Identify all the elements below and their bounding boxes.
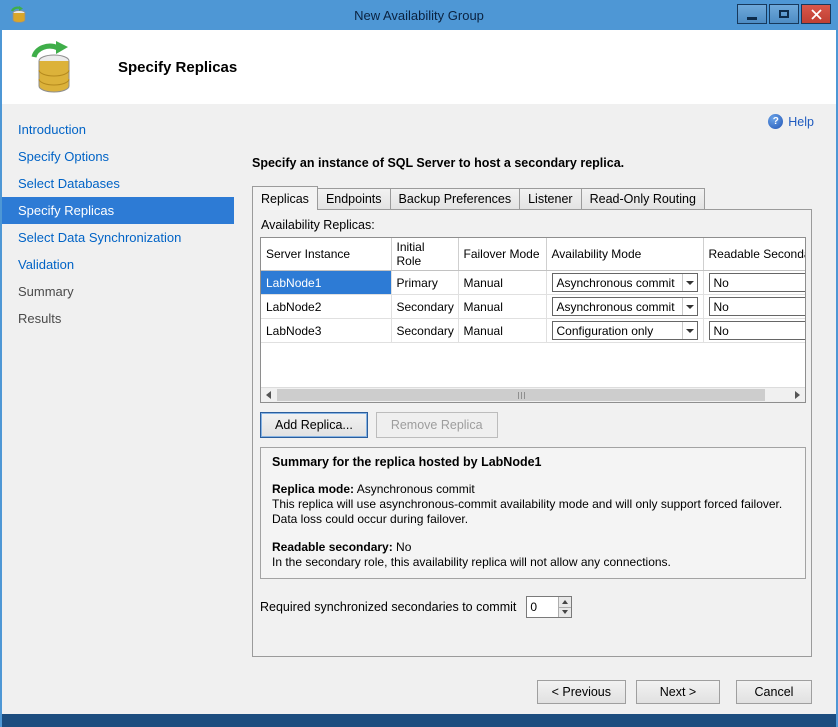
table-row[interactable]: LabNode2 Secondary Manual Asynchronous c…: [261, 295, 806, 319]
spinner-up-button[interactable]: [559, 597, 571, 607]
cell-failover: Manual: [458, 319, 546, 343]
help-label: Help: [788, 115, 814, 129]
close-icon: [811, 9, 822, 20]
replicas-tab-panel: Availability Replicas: Server Instance I…: [252, 209, 812, 657]
cell-role: Primary: [391, 271, 458, 295]
cell-role: Secondary: [391, 295, 458, 319]
col-initial-role[interactable]: Initial Role: [391, 238, 458, 271]
cell-failover: Manual: [458, 271, 546, 295]
readable-secondary-label: Readable secondary:: [272, 540, 393, 554]
cancel-button[interactable]: Cancel: [736, 680, 812, 704]
required-secondaries-label: Required synchronized secondaries to com…: [260, 600, 516, 614]
remove-replica-button: Remove Replica: [376, 412, 498, 438]
replica-mode-value: Asynchronous commit: [354, 482, 475, 496]
window-title: New Availability Group: [2, 8, 836, 23]
title-bar[interactable]: New Availability Group: [2, 0, 836, 30]
summary-title: Summary for the replica hosted by LabNod…: [272, 455, 794, 469]
readable-secondary-dropdown[interactable]: No: [709, 321, 807, 340]
tab-read-only-routing[interactable]: Read-Only Routing: [581, 188, 705, 209]
availability-group-icon: [26, 39, 78, 95]
availability-mode-dropdown[interactable]: Asynchronous commit: [552, 273, 698, 292]
table-row[interactable]: LabNode1 Primary Manual Asynchronous com…: [261, 271, 806, 295]
cell-server-labnode2[interactable]: LabNode2: [261, 295, 391, 319]
replica-mode-label: Replica mode:: [272, 482, 354, 496]
availability-mode-value: Configuration only: [557, 324, 654, 338]
arrow-right-icon: [795, 391, 800, 399]
availability-mode-dropdown[interactable]: Asynchronous commit: [552, 297, 698, 316]
tab-strip: Replicas Endpoints Backup Preferences Li…: [252, 186, 836, 209]
dialog-window: New Availability Group Specify Replicas: [0, 0, 838, 727]
readable-secondary-value: No: [714, 300, 729, 314]
main-content: ? Help Specify an instance of SQL Server…: [234, 104, 836, 670]
chevron-down-icon: [682, 322, 697, 339]
page-title: Specify Replicas: [118, 59, 237, 76]
sidebar-item-data-synchronization[interactable]: Select Data Synchronization: [2, 224, 234, 251]
wizard-footer: < Previous Next > Cancel: [2, 670, 836, 714]
grid-header-row: Server Instance Initial Role Failover Mo…: [261, 238, 806, 271]
help-link[interactable]: ? Help: [768, 114, 814, 129]
cell-server-labnode1[interactable]: LabNode1: [261, 271, 391, 295]
chevron-down-icon: [682, 274, 697, 291]
availability-mode-dropdown[interactable]: Configuration only: [552, 321, 698, 340]
availability-mode-value: Asynchronous commit: [557, 276, 675, 290]
tab-listener[interactable]: Listener: [519, 188, 581, 209]
chevron-down-icon: [682, 298, 697, 315]
readable-secondary-value: No: [714, 276, 729, 290]
wizard-steps-sidebar: Introduction Specify Options Select Data…: [2, 104, 234, 670]
sidebar-item-specify-replicas[interactable]: Specify Replicas: [2, 197, 234, 224]
maximize-button[interactable]: [769, 4, 799, 24]
arrow-up-icon: [562, 600, 568, 604]
arrow-left-icon: [266, 391, 271, 399]
availability-replicas-label: Availability Replicas:: [261, 218, 804, 232]
replica-mode-description: This replica will use asynchronous-commi…: [272, 497, 794, 527]
availability-mode-value: Asynchronous commit: [557, 300, 675, 314]
cell-server-labnode3[interactable]: LabNode3: [261, 319, 391, 343]
readable-secondary-description: In the secondary role, this availability…: [272, 555, 794, 570]
instruction-text: Specify an instance of SQL Server to hos…: [252, 156, 836, 170]
replica-summary-box: Summary for the replica hosted by LabNod…: [260, 447, 806, 579]
readable-secondary-value: No: [714, 324, 729, 338]
spinner-down-button[interactable]: [559, 607, 571, 618]
col-readable-secondary[interactable]: Readable Secondary: [703, 238, 806, 271]
sidebar-item-specify-options[interactable]: Specify Options: [2, 143, 234, 170]
col-failover-mode[interactable]: Failover Mode: [458, 238, 546, 271]
readable-secondary-summary-value: No: [393, 540, 412, 554]
scrollbar-thumb[interactable]: [277, 389, 765, 401]
scroll-right-button[interactable]: [790, 388, 805, 402]
sidebar-item-validation[interactable]: Validation: [2, 251, 234, 278]
arrow-down-icon: [562, 610, 568, 614]
previous-button[interactable]: < Previous: [537, 680, 626, 704]
add-replica-button[interactable]: Add Replica...: [260, 412, 368, 438]
sidebar-item-select-databases[interactable]: Select Databases: [2, 170, 234, 197]
help-icon: ?: [768, 114, 783, 129]
replicas-grid: Server Instance Initial Role Failover Mo…: [260, 237, 806, 403]
tab-endpoints[interactable]: Endpoints: [317, 188, 391, 209]
required-secondaries-input[interactable]: [527, 597, 558, 617]
next-button[interactable]: Next >: [636, 680, 720, 704]
scroll-left-button[interactable]: [261, 388, 276, 402]
readable-secondary-dropdown[interactable]: No: [709, 297, 807, 316]
maximize-icon: [779, 10, 789, 18]
tab-backup-preferences[interactable]: Backup Preferences: [390, 188, 521, 209]
sidebar-item-summary: Summary: [2, 278, 234, 305]
cell-role: Secondary: [391, 319, 458, 343]
tab-replicas[interactable]: Replicas: [252, 186, 318, 210]
col-server-instance[interactable]: Server Instance: [261, 238, 391, 271]
window-bottom-border: [2, 714, 836, 727]
table-row[interactable]: LabNode3 Secondary Manual Configuration …: [261, 319, 806, 343]
sidebar-item-results: Results: [2, 305, 234, 332]
minimize-button[interactable]: [737, 4, 767, 24]
sidebar-item-introduction[interactable]: Introduction: [2, 116, 234, 143]
wizard-header: Specify Replicas: [2, 30, 836, 104]
required-secondaries-stepper[interactable]: [526, 596, 572, 618]
col-availability-mode[interactable]: Availability Mode: [546, 238, 703, 271]
readable-secondary-dropdown[interactable]: No: [709, 273, 807, 292]
horizontal-scrollbar[interactable]: [261, 387, 805, 402]
cell-failover: Manual: [458, 295, 546, 319]
close-button[interactable]: [801, 4, 831, 24]
minimize-icon: [747, 17, 757, 20]
